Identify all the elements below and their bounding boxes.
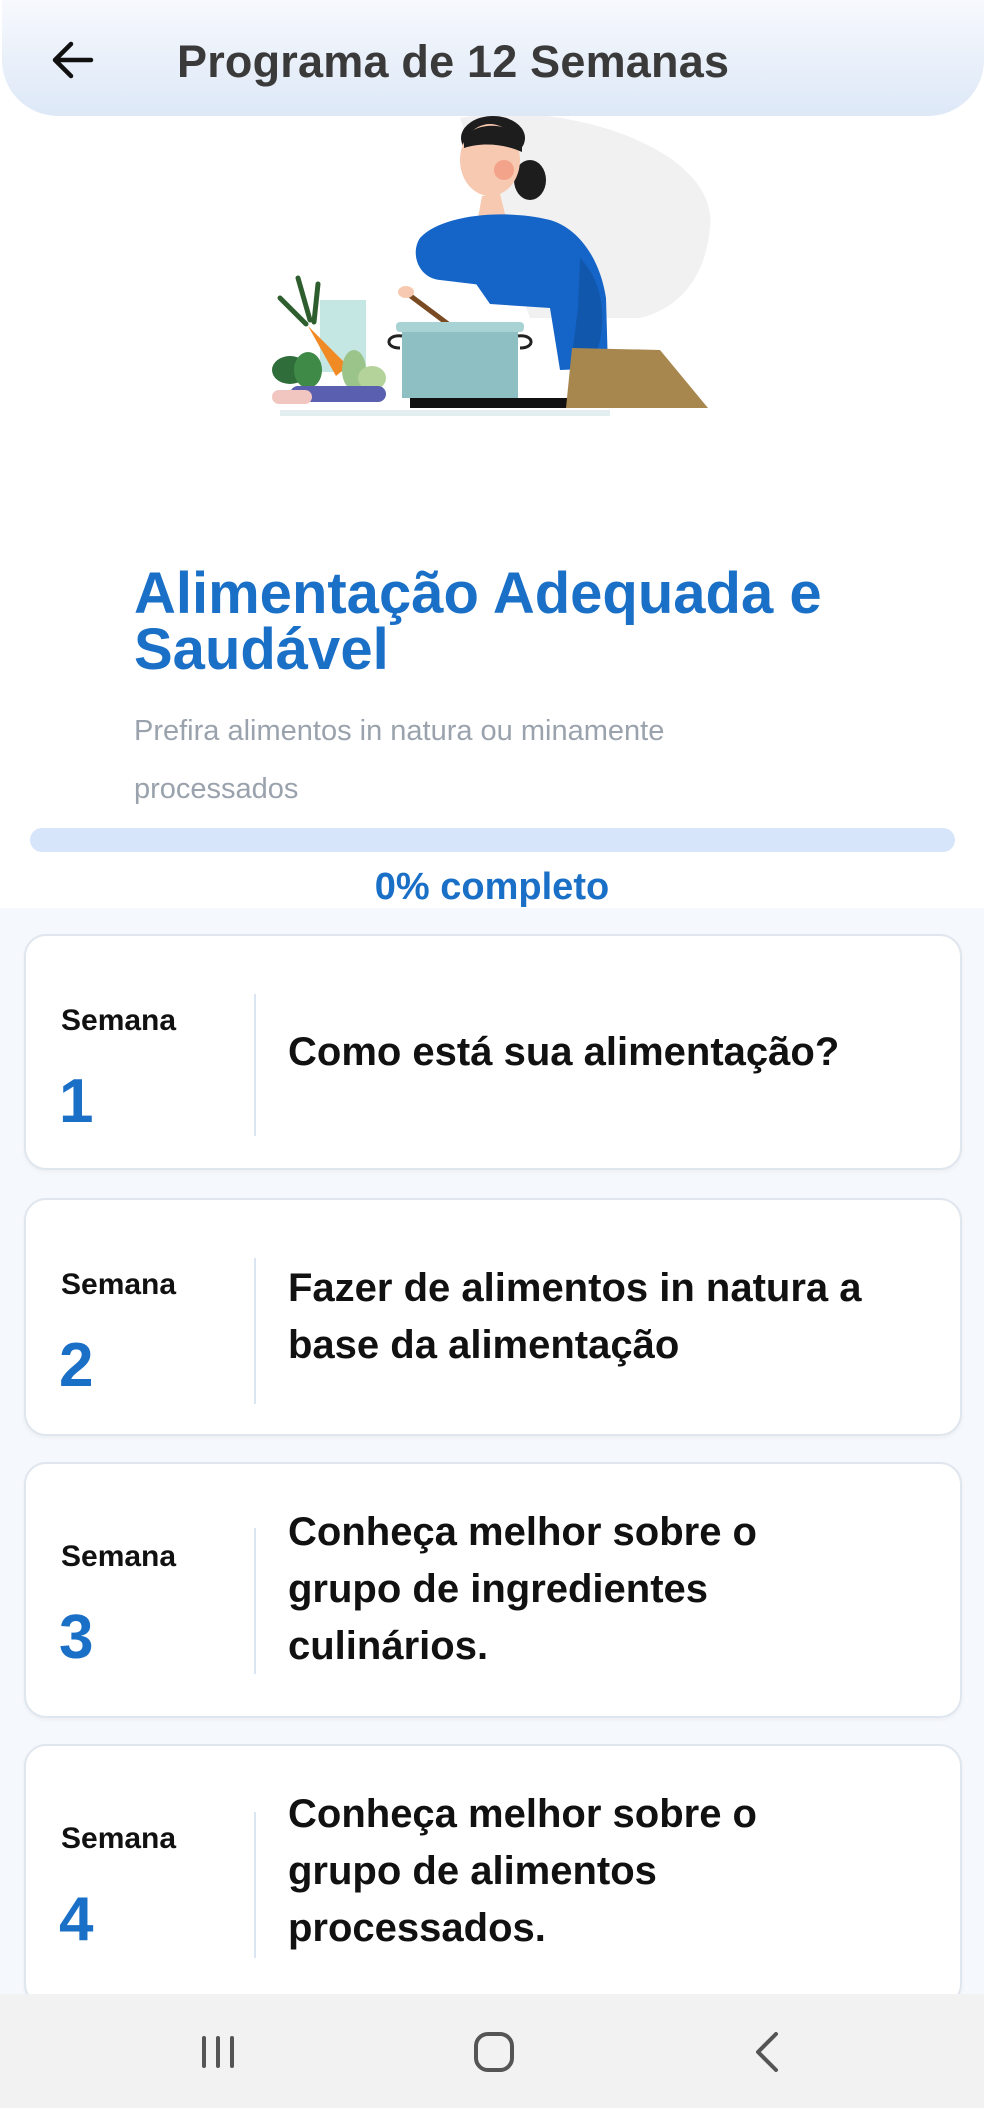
week-title: Fazer de alimentos in natura a base da a… xyxy=(288,1266,862,1367)
week-label: Semana xyxy=(61,1004,177,1037)
week-number: 1 xyxy=(59,1067,94,1136)
cooking-woman-illustration xyxy=(272,113,711,416)
card-divider xyxy=(254,994,256,1136)
system-navigation-bar xyxy=(0,1994,984,2108)
arrow-left-icon xyxy=(52,41,94,79)
week-card-1[interactable]: Semana 1 Como está sua alimentação? xyxy=(24,934,962,1170)
week-number: 3 xyxy=(59,1603,94,1672)
week-list: Semana 1 Como está sua alimentação? Sema… xyxy=(0,908,984,2006)
week-title: Como está sua alimentação? xyxy=(288,1030,840,1074)
week-card-3[interactable]: Semana 3 Conheça melhor sobre o grupo de… xyxy=(24,1462,962,1718)
week-number: 4 xyxy=(59,1885,94,1954)
home-icon xyxy=(474,2032,514,2072)
home-button[interactable] xyxy=(464,2022,524,2082)
week-card-2[interactable]: Semana 2 Fazer de alimentos in natura a … xyxy=(24,1198,962,1436)
week-title: Conheça melhor sobre o grupo de alimento… xyxy=(288,1792,757,1950)
card-divider xyxy=(254,1812,256,1958)
chevron-left-icon xyxy=(756,2032,778,2072)
week-card-4[interactable]: Semana 4 Conheça melhor sobre o grupo de… xyxy=(24,1744,962,2006)
page-title: Programa de 12 Semanas xyxy=(177,36,730,87)
week-number: 2 xyxy=(59,1331,94,1400)
week-label: Semana xyxy=(61,1540,177,1573)
module-subtitle: Prefira alimentos in natura ou minamente… xyxy=(134,715,665,805)
module-title: Alimentação Adequada e Saudável xyxy=(134,561,822,682)
week-title: Conheça melhor sobre o grupo de ingredie… xyxy=(288,1510,757,1668)
week-label: Semana xyxy=(61,1268,177,1301)
system-back-button[interactable] xyxy=(738,2022,798,2082)
screen: Programa de 12 Semanas Alimentação Adequ… xyxy=(0,0,984,2108)
card-divider xyxy=(254,1258,256,1404)
progress-label: 0% completo xyxy=(374,866,610,908)
top-app-bar: Programa de 12 Semanas xyxy=(2,0,984,116)
progress-bar xyxy=(30,828,955,852)
recents-button[interactable] xyxy=(188,2022,248,2082)
card-divider xyxy=(254,1528,256,1674)
back-button[interactable] xyxy=(42,30,102,90)
recents-icon xyxy=(202,2036,234,2068)
week-label: Semana xyxy=(61,1822,177,1855)
